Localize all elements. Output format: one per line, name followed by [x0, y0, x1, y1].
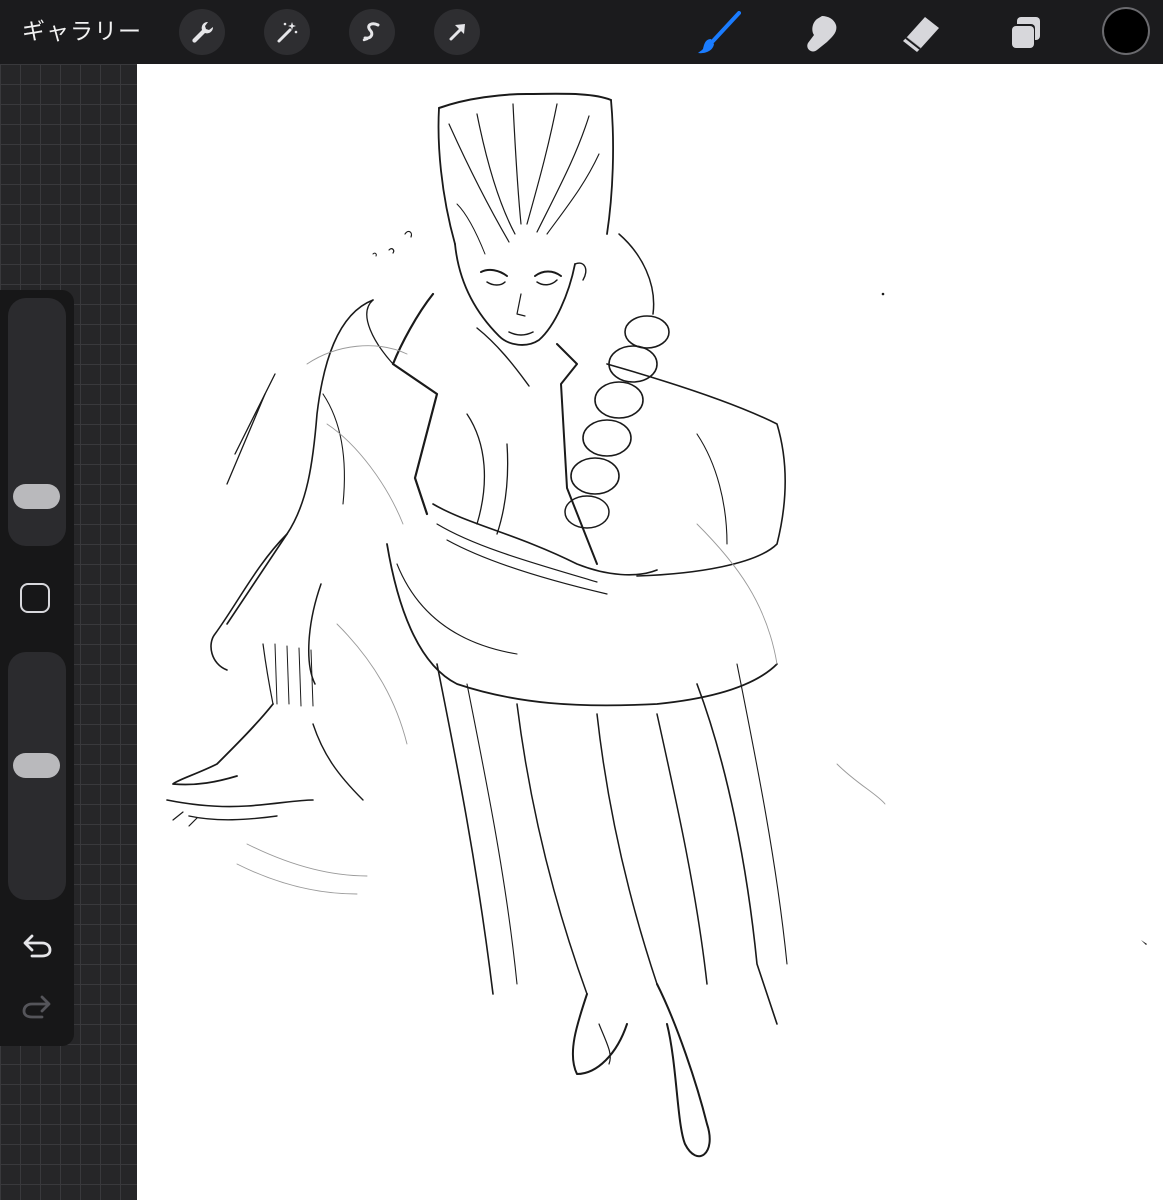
layers-icon	[1005, 13, 1045, 53]
adjustments-button[interactable]	[264, 9, 310, 55]
layers-tool[interactable]	[1002, 10, 1048, 56]
selection-s-icon	[359, 19, 385, 45]
undo-arrow-icon	[22, 933, 52, 963]
brush-size-slider-thumb[interactable]	[13, 484, 60, 510]
smudge-finger-icon	[800, 13, 840, 53]
color-picker-button[interactable]	[1104, 9, 1148, 53]
actions-button[interactable]	[179, 9, 225, 55]
smudge-tool[interactable]	[797, 10, 843, 56]
transform-button[interactable]	[434, 9, 480, 55]
magic-wand-icon	[274, 19, 300, 45]
arrow-cursor-icon	[444, 19, 470, 45]
eraser-icon	[899, 13, 943, 53]
brush-tool[interactable]	[696, 10, 742, 56]
undo-button[interactable]	[18, 931, 56, 965]
wrench-icon	[189, 19, 215, 45]
gallery-button[interactable]: ギャラリー	[22, 14, 142, 50]
opacity-slider-thumb[interactable]	[13, 752, 60, 778]
selection-button[interactable]	[349, 9, 395, 55]
eraser-tool[interactable]	[898, 10, 944, 56]
sketch-drawing	[166, 92, 1147, 1157]
top-toolbar: ギャラリー	[0, 0, 1163, 64]
redo-arrow-icon	[22, 994, 52, 1024]
procreate-app: ギャラリー	[0, 0, 1163, 1200]
modify-button[interactable]	[20, 583, 50, 613]
drawing-canvas[interactable]	[137, 64, 1163, 1200]
left-sidebar	[0, 290, 74, 1046]
opacity-slider[interactable]	[8, 652, 66, 900]
redo-button[interactable]	[18, 992, 56, 1026]
brush-icon	[697, 11, 741, 55]
brush-size-slider[interactable]	[8, 298, 66, 546]
